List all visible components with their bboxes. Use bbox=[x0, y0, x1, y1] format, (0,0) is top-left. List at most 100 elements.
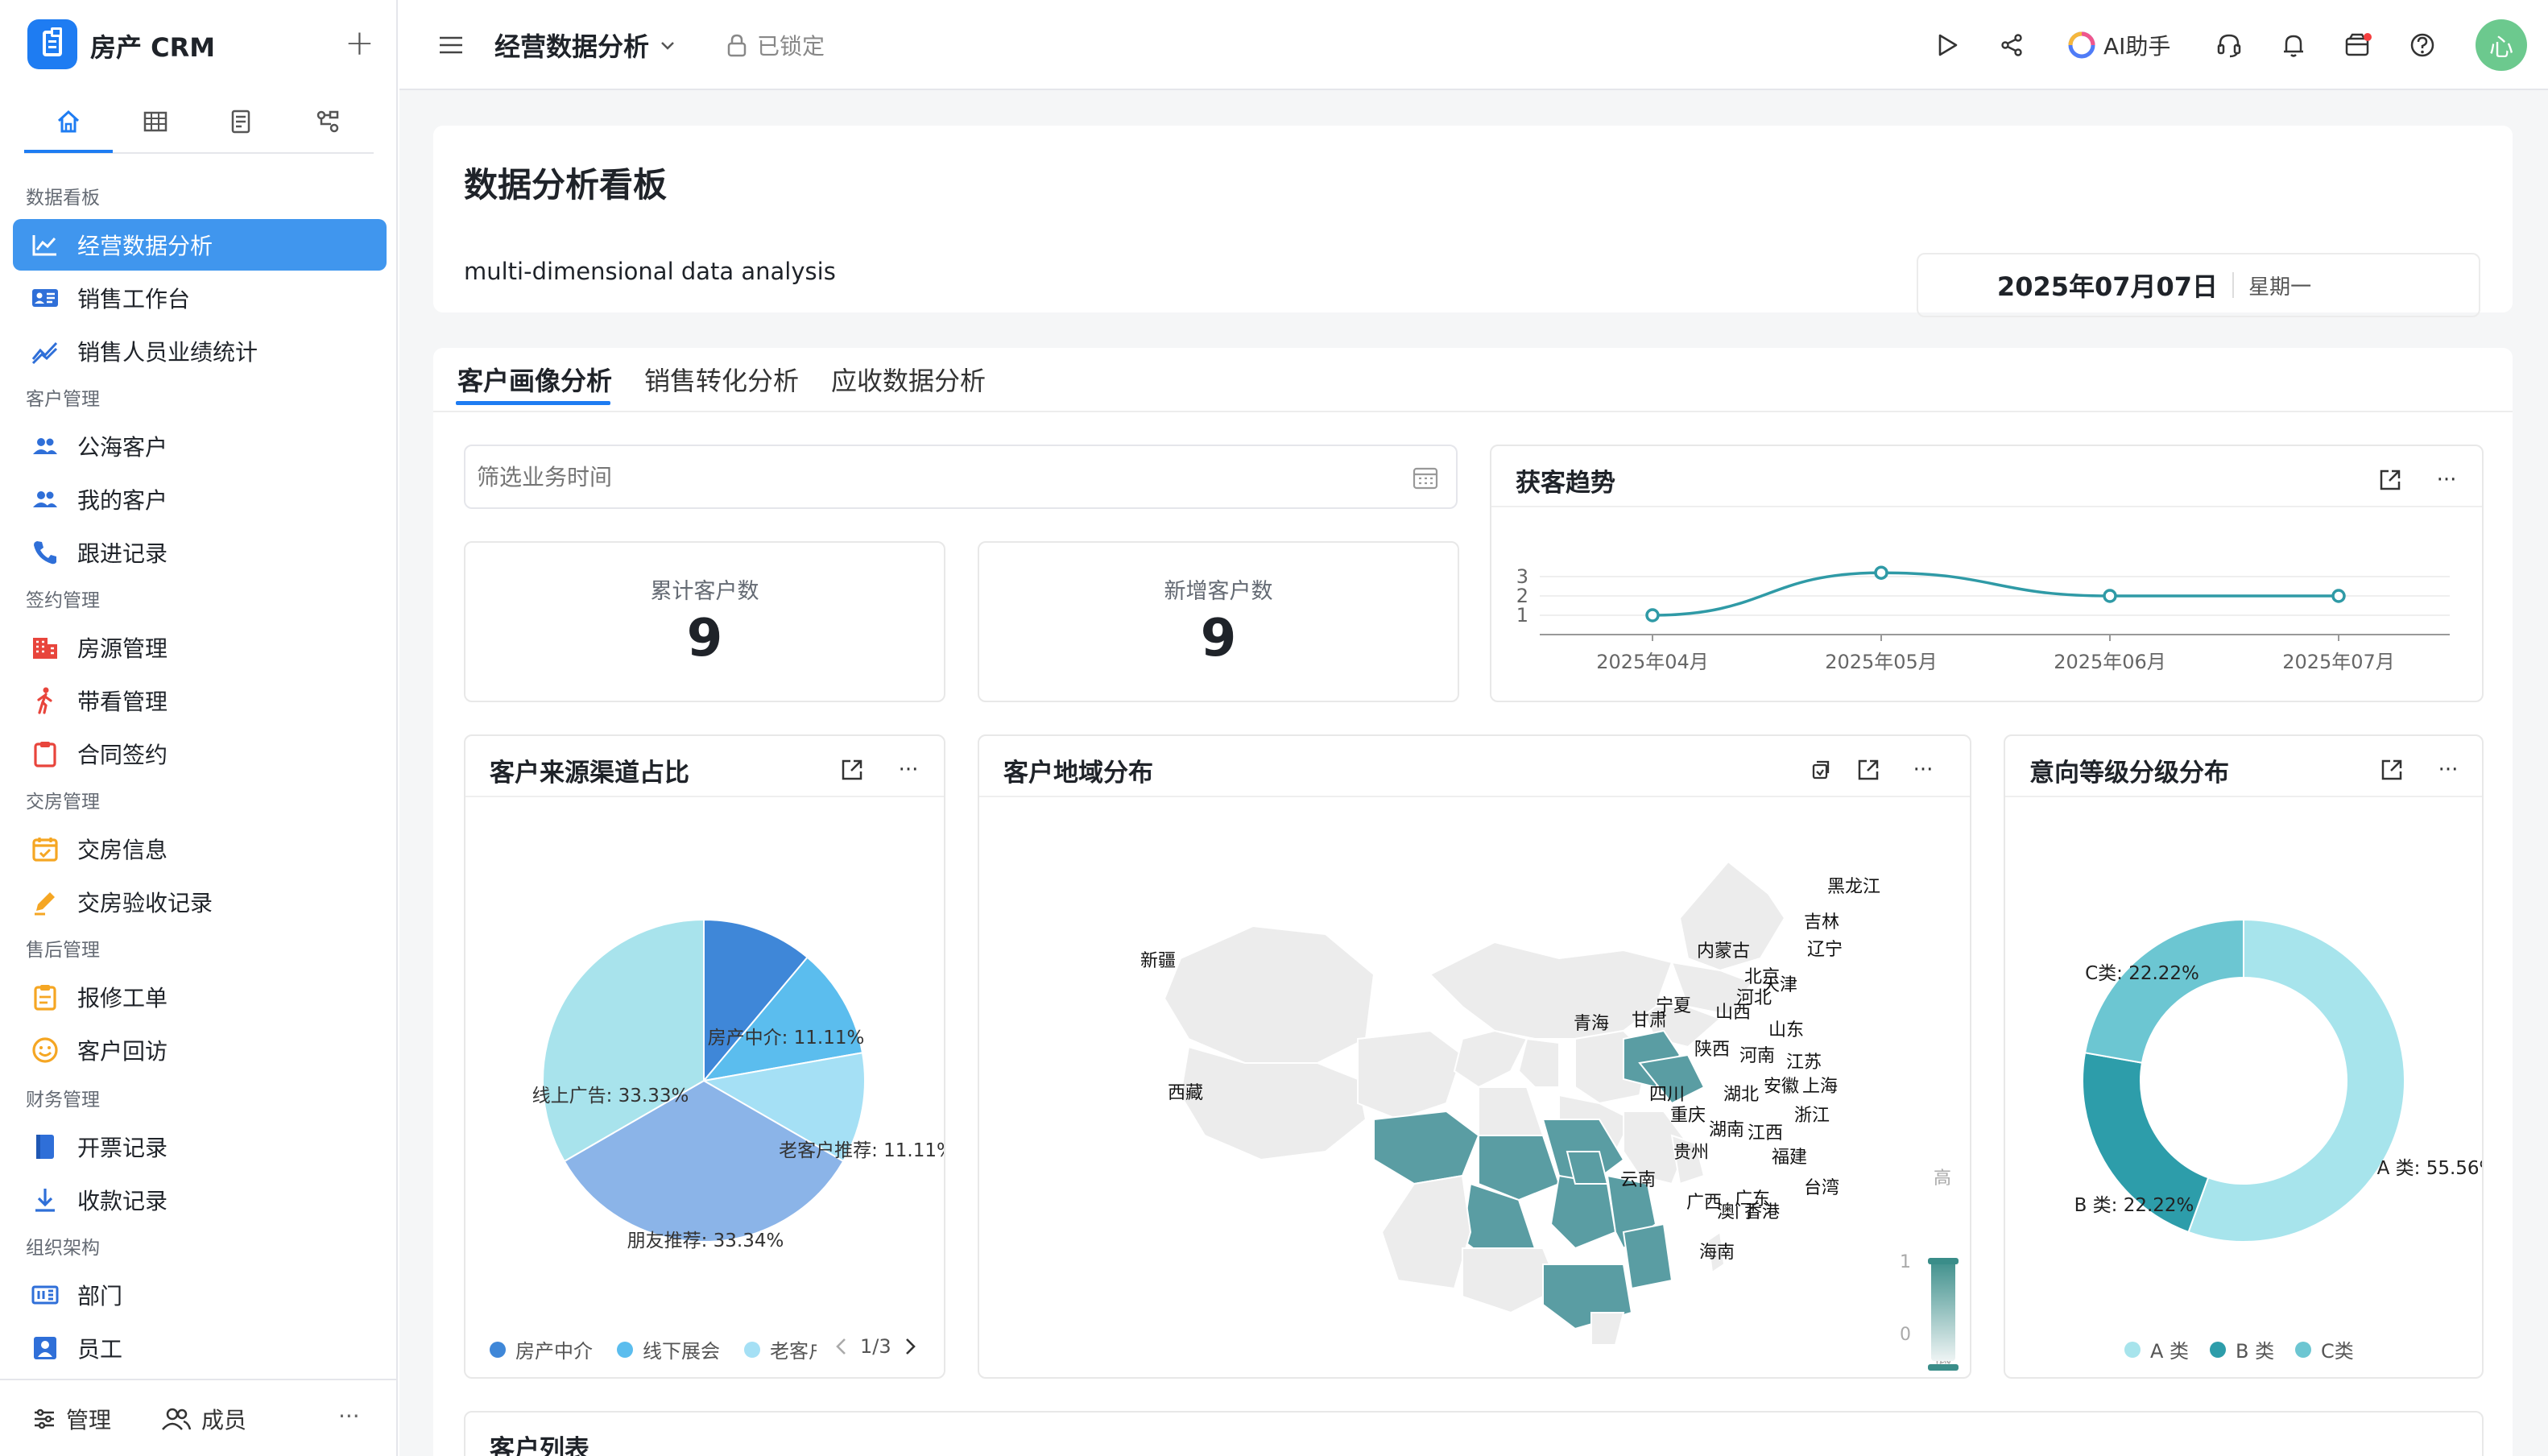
legend-label: 线下展会 bbox=[643, 1340, 720, 1363]
data-point bbox=[1645, 608, 1660, 623]
workflow-tab-icon[interactable] bbox=[306, 101, 350, 142]
legend-label: C类 bbox=[2321, 1340, 2354, 1363]
legend-item[interactable]: A 类 bbox=[2124, 1335, 2189, 1363]
region-label: 安徽 bbox=[1764, 1077, 1799, 1097]
app-logo-icon bbox=[27, 19, 77, 69]
china-map: 黑龙江吉林辽宁内蒙古新疆北京天津河北宁夏甘肃 山西山东青海陕西 河南 江苏西藏 四川 湖北… bbox=[1140, 860, 1959, 1371]
source-legend: 房产中介 线下展会 老客户 1/3 bbox=[465, 1335, 944, 1364]
kpi-label: 累计客户数 bbox=[650, 579, 759, 604]
expand-icon[interactable] bbox=[2376, 754, 2408, 786]
sidebar-item-viewings[interactable]: 带看管理 bbox=[13, 675, 387, 726]
sidebar-item-listings[interactable]: 房源管理 bbox=[13, 622, 387, 673]
sidebar-item-contract-signing[interactable]: 合同签约 bbox=[13, 728, 387, 780]
region-label: 河南 bbox=[1739, 1046, 1775, 1066]
menu-icon[interactable] bbox=[435, 29, 467, 61]
sidebar-item-repair-orders[interactable]: 报修工单 bbox=[13, 971, 387, 1023]
sidebar-group-organization: 组织架构 bbox=[26, 1238, 100, 1259]
legend-item[interactable]: 房产中介 bbox=[490, 1335, 593, 1363]
legend-dot bbox=[490, 1341, 506, 1358]
kpi-new-customers: 新增客户数 9 bbox=[978, 541, 1459, 702]
tab-customer-profile[interactable]: 客户画像分析 bbox=[457, 361, 612, 398]
legend-item[interactable]: 线下展会 bbox=[617, 1335, 720, 1363]
date-filter[interactable] bbox=[464, 445, 1458, 509]
members-button[interactable]: 成员 bbox=[161, 1403, 246, 1435]
tab-sales-conversion[interactable]: 销售转化分析 bbox=[644, 361, 799, 398]
calendar-icon[interactable] bbox=[1413, 465, 1438, 490]
add-icon[interactable]: + bbox=[345, 26, 374, 61]
data-point bbox=[2103, 589, 2117, 603]
dashboard-header-card: 数据分析看板 multi-dimensional data analysis 2… bbox=[433, 126, 2513, 317]
restore-icon[interactable] bbox=[1804, 754, 1836, 786]
more-icon[interactable]: ··· bbox=[892, 754, 924, 786]
sidebar-item-customer-revisits[interactable]: 客户回访 bbox=[13, 1024, 387, 1076]
sidebar-item-label: 跟进记录 bbox=[77, 540, 168, 567]
source-pie-chart: 房产中介: 11.11% 老客户推荐: 11.11% 朋友推荐: 33.34% 线上广… bbox=[532, 918, 944, 1251]
legend-dot bbox=[617, 1341, 633, 1358]
lock-icon bbox=[727, 34, 747, 57]
sidebar-item-handover-inspection[interactable]: 交房验收记录 bbox=[13, 876, 387, 928]
form-tab-icon[interactable] bbox=[219, 101, 263, 142]
clipboard-list-icon bbox=[29, 981, 61, 1013]
bell-icon[interactable] bbox=[2277, 29, 2310, 61]
inbox-icon[interactable] bbox=[2342, 29, 2374, 61]
home-tab-icon[interactable] bbox=[47, 101, 90, 142]
chevron-right-icon[interactable] bbox=[903, 1337, 917, 1356]
tabs-divider bbox=[433, 411, 2513, 412]
nav-tab-active-indicator bbox=[24, 150, 113, 153]
help-icon[interactable] bbox=[2406, 29, 2438, 61]
region-label: 台湾 bbox=[1804, 1178, 1839, 1198]
sidebar-item-invoices[interactable]: 开票记录 bbox=[13, 1121, 387, 1173]
sidebar-item-my-customers[interactable]: 我的客户 bbox=[13, 474, 387, 525]
active-tab-indicator bbox=[456, 401, 610, 405]
chevron-down-icon bbox=[661, 42, 674, 50]
sidebar-item-employees[interactable]: 员工 bbox=[13, 1322, 387, 1374]
sidebar-item-sales-performance[interactable]: 销售人员业绩统计 bbox=[13, 325, 387, 377]
legend-item[interactable]: B 类 bbox=[2210, 1335, 2274, 1363]
page-title-dropdown[interactable]: 经营数据分析 bbox=[494, 26, 676, 64]
ai-assistant-button[interactable]: AI助手 bbox=[2068, 27, 2170, 63]
region-label: 内蒙古 bbox=[1697, 941, 1750, 962]
sidebar-item-follow-ups[interactable]: 跟进记录 bbox=[13, 527, 387, 578]
kpi-value: 9 bbox=[686, 609, 723, 668]
date-filter-input[interactable] bbox=[477, 457, 1395, 496]
manage-button[interactable]: 管理 bbox=[32, 1403, 111, 1435]
user-avatar[interactable]: 心 bbox=[2476, 19, 2527, 71]
sidebar-item-label: 销售人员业绩统计 bbox=[77, 339, 259, 366]
play-icon[interactable] bbox=[1931, 29, 1963, 61]
table-tab-icon[interactable] bbox=[134, 101, 177, 142]
more-icon[interactable]: ··· bbox=[2432, 754, 2464, 786]
region-label: 湖北 bbox=[1723, 1085, 1759, 1105]
share-icon[interactable] bbox=[1996, 29, 2028, 61]
lock-status[interactable]: 已锁定 bbox=[726, 27, 825, 63]
chevron-left-icon[interactable] bbox=[834, 1337, 849, 1356]
region-label: 江西 bbox=[1748, 1123, 1783, 1144]
expand-icon[interactable] bbox=[1852, 754, 1884, 786]
tab-receivables[interactable]: 应收数据分析 bbox=[831, 361, 986, 398]
region-label: 甘肃 bbox=[1632, 1011, 1667, 1031]
download-icon bbox=[29, 1184, 61, 1216]
sidebar-item-public-customers[interactable]: 公海客户 bbox=[13, 420, 387, 472]
sidebar-item-handover-info[interactable]: 交房信息 bbox=[13, 823, 387, 875]
legend-item[interactable]: 老客户 bbox=[744, 1335, 817, 1363]
x-tick-label: 2025年06月 bbox=[2054, 651, 2166, 673]
more-icon[interactable]: ··· bbox=[1907, 754, 1939, 786]
sidebar-more-button[interactable]: ··· bbox=[338, 1403, 360, 1429]
sidebar-item-departments[interactable]: 部门 bbox=[13, 1269, 387, 1321]
acquisition-trend-chart: 123 2025年04月 2025年05月 2025年06月 2025年07月 bbox=[1516, 565, 2450, 673]
sidebar-item-receipts[interactable]: 收款记录 bbox=[13, 1174, 387, 1226]
sidebar-item-sales-workbench[interactable]: 销售工作台 bbox=[13, 272, 387, 324]
region-label: 海南 bbox=[1699, 1243, 1735, 1263]
sidebar-item-label: 合同签约 bbox=[77, 742, 168, 768]
intent-level-panel: 意向等级分级分布 ··· A 类: 55.56% B 类: 22.22% C类: 2… bbox=[2004, 734, 2484, 1379]
expand-icon[interactable] bbox=[836, 754, 868, 786]
expand-icon[interactable] bbox=[2374, 464, 2406, 496]
pencil-icon bbox=[29, 886, 61, 918]
more-icon[interactable]: ··· bbox=[2430, 464, 2463, 496]
trend-icon bbox=[29, 335, 61, 367]
headset-icon[interactable] bbox=[2213, 29, 2245, 61]
legend-item[interactable]: C类 bbox=[2295, 1335, 2354, 1363]
sidebar-item-business-analysis[interactable]: 经营数据分析 bbox=[13, 219, 387, 271]
legend-label: 房产中介 bbox=[515, 1340, 593, 1363]
region-label: 浙江 bbox=[1794, 1106, 1830, 1126]
customer-list-panel: 客户列表 bbox=[464, 1411, 2484, 1456]
